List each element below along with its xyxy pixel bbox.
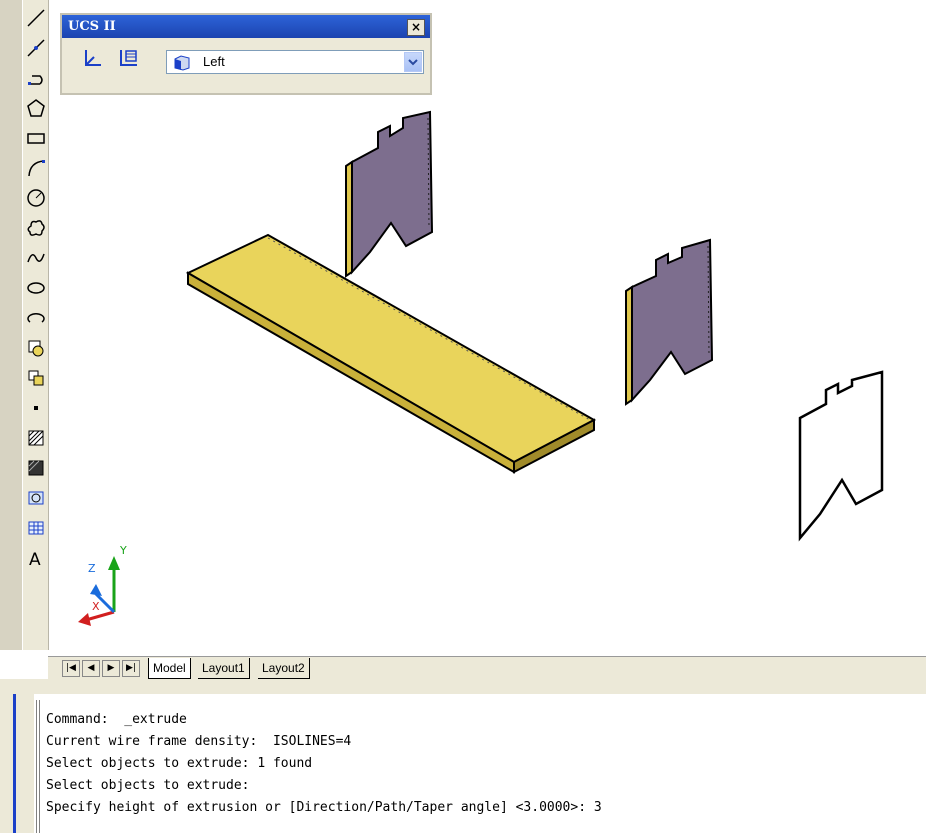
view-cube-icon xyxy=(174,55,190,71)
display-ucs-dialog-icon[interactable] xyxy=(80,45,106,71)
tab-layout2[interactable]: Layout2 xyxy=(258,658,310,679)
spline-icon[interactable] xyxy=(24,244,48,272)
ucs-axis-icon: Y Z X xyxy=(78,544,127,626)
shelf-board[interactable] xyxy=(185,233,597,474)
ucs-toolbar-title[interactable]: UCS II xyxy=(62,15,430,38)
command-line-4: Select objects to extrude: xyxy=(46,778,250,793)
table-icon[interactable] xyxy=(24,514,48,542)
region-icon[interactable] xyxy=(24,484,48,512)
draw-toolbar: A xyxy=(0,0,49,650)
last-tab-button[interactable]: ▶| xyxy=(122,660,140,677)
construction-line-icon[interactable] xyxy=(24,34,48,62)
ucs-x-label: X xyxy=(92,600,100,613)
ucs-view-value: Left xyxy=(203,54,225,69)
rectangle-icon[interactable] xyxy=(24,124,48,152)
profile-outline[interactable] xyxy=(798,370,884,542)
ucs-z-label: Z xyxy=(88,562,96,575)
command-line-1: Command: _extrude xyxy=(46,712,187,727)
tab-model[interactable]: Model xyxy=(148,658,191,679)
circle-icon[interactable] xyxy=(24,184,48,212)
command-line-5: Specify height of extrusion or [Directio… xyxy=(46,800,602,815)
toolbar-handle[interactable] xyxy=(0,0,23,650)
gradient-icon[interactable] xyxy=(24,454,48,482)
line-icon[interactable] xyxy=(24,4,48,32)
command-line-3: Select objects to extrude: 1 found xyxy=(46,756,313,771)
ucs-ii-toolbar: UCS II × Left xyxy=(60,13,432,95)
polyline-icon[interactable] xyxy=(24,64,48,92)
arc-icon[interactable] xyxy=(24,154,48,182)
upright-panel-back[interactable] xyxy=(345,110,434,278)
drawing-scene xyxy=(185,110,884,542)
polygon-icon[interactable] xyxy=(24,94,48,122)
multiline-text-icon[interactable]: A xyxy=(24,544,48,572)
model-space-canvas[interactable]: Y Z X xyxy=(60,0,926,656)
chevron-down-icon[interactable] xyxy=(404,52,422,72)
command-history[interactable]: Command: _extrude Current wire frame den… xyxy=(36,700,926,833)
close-button[interactable]: × xyxy=(407,19,425,36)
svg-text:A: A xyxy=(29,550,41,570)
next-tab-button[interactable]: ▶ xyxy=(102,660,120,677)
upright-panel-right[interactable] xyxy=(625,238,714,406)
ucs-view-dropdown[interactable]: Left xyxy=(166,50,424,74)
tab-layout1[interactable]: Layout1 xyxy=(198,658,250,679)
layout-tabstrip: |◀ ◀ ▶ ▶| Model Layout1 Layout2 xyxy=(48,656,926,679)
first-tab-button[interactable]: |◀ xyxy=(62,660,80,677)
ucs-y-label: Y xyxy=(119,544,127,557)
ellipse-arc-icon[interactable] xyxy=(24,304,48,332)
command-line-2: Current wire frame density: ISOLINES=4 xyxy=(46,734,352,749)
ellipse-icon[interactable] xyxy=(24,274,48,302)
named-ucs-icon[interactable] xyxy=(116,45,142,71)
command-window-splitter[interactable] xyxy=(0,679,926,694)
insert-block-icon[interactable] xyxy=(24,334,48,362)
hatch-icon[interactable] xyxy=(24,424,48,452)
point-icon[interactable] xyxy=(24,394,48,422)
prev-tab-button[interactable]: ◀ xyxy=(82,660,100,677)
command-window-frame xyxy=(0,694,34,833)
revision-cloud-icon[interactable] xyxy=(24,214,48,242)
make-block-icon[interactable] xyxy=(24,364,48,392)
